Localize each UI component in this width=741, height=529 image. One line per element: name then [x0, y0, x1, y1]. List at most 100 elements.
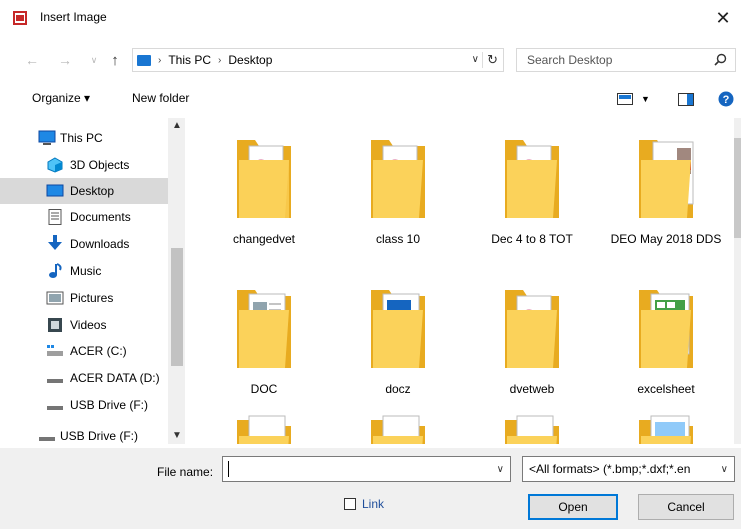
sidebar-item-videos[interactable]: Videos: [0, 312, 168, 338]
file-name-label: changedvet: [232, 232, 296, 246]
file-name-label: docz: [385, 382, 411, 396]
sidebar-item-usb-drive-root[interactable]: USB Drive (F:): [0, 423, 168, 444]
chevron-down-icon[interactable]: ∨: [497, 464, 504, 475]
file-name-label: DOC: [250, 382, 278, 396]
back-button[interactable]: ←: [22, 50, 42, 70]
folder-tile[interactable]: [202, 412, 326, 444]
breadcrumb-desktop[interactable]: Desktop: [228, 53, 272, 67]
drive-c-icon: [47, 345, 63, 356]
sidebar-item-label: This PC: [60, 131, 103, 145]
folder-icon: [371, 140, 425, 218]
command-bar: Organize ▾ New folder ▼ ?: [0, 86, 741, 112]
preview-pane-button[interactable]: [678, 89, 694, 109]
file-list-scrollbar[interactable]: [734, 118, 741, 444]
arrow-left-icon: ←: [25, 52, 39, 68]
chevron-down-icon: ∨: [90, 54, 98, 65]
breadcrumb-separator: ›: [158, 54, 162, 66]
folder-icon: [639, 140, 694, 218]
sidebar-item-pictures[interactable]: Pictures: [0, 285, 168, 311]
folder-tile[interactable]: class 10: [336, 132, 460, 262]
file-type-value: <All formats> (*.bmp;*.dxf;*.en: [529, 462, 691, 476]
link-checkbox[interactable]: [344, 498, 356, 510]
file-type-select[interactable]: <All formats> (*.bmp;*.dxf;*.en ∨: [522, 456, 735, 482]
sidebar-item-desktop[interactable]: Desktop: [0, 178, 168, 204]
desktop-icon: [46, 184, 64, 197]
up-button[interactable]: ↑: [105, 50, 125, 70]
address-row: ← → ∨ ↑ › This PC › Desktop ∨ ↻ Search D…: [0, 46, 741, 76]
sidebar-item-usb-drive[interactable]: USB Drive (F:): [0, 392, 168, 418]
folder-tile[interactable]: DOC: [202, 282, 326, 412]
sidebar-item-3d-objects[interactable]: 3D Objects: [0, 152, 168, 178]
file-list: changedvet class 10 Dec 4 to 8 TOT DEO M…: [190, 118, 734, 444]
cancel-button[interactable]: Cancel: [638, 494, 734, 520]
scrollbar-thumb[interactable]: [171, 248, 183, 366]
folder-tile[interactable]: docz: [336, 282, 460, 412]
sidebar-item-music[interactable]: Music: [0, 258, 168, 284]
address-bar[interactable]: › This PC › Desktop ∨ ↻: [132, 48, 504, 72]
file-name-label: dvetweb: [509, 382, 555, 396]
folder-tile[interactable]: [604, 412, 728, 444]
folder-icon: [505, 140, 559, 218]
file-name-input[interactable]: ∨: [222, 456, 511, 482]
help-icon: ?: [718, 91, 734, 107]
folder-icon: [639, 415, 693, 444]
pc-icon: [137, 54, 151, 66]
chevron-down-icon[interactable]: ▼: [172, 430, 182, 441]
usb-drive-icon: [47, 406, 63, 410]
app-image-icon: [13, 11, 27, 25]
link-checkbox-label[interactable]: Link: [362, 497, 384, 511]
file-name-label: File name:: [157, 465, 214, 479]
music-icon: [49, 263, 62, 278]
folder-tile[interactable]: dvetweb: [470, 282, 594, 412]
folder-icon: [371, 290, 425, 368]
folder-tile[interactable]: [470, 412, 594, 444]
folder-icon: [505, 415, 559, 444]
recent-locations-button[interactable]: ∨: [84, 50, 104, 70]
file-name-label: DEO May 2018 DDS: [610, 232, 722, 246]
open-button[interactable]: Open: [528, 494, 618, 520]
forward-button[interactable]: →: [55, 50, 75, 70]
dialog-footer: File name: ∨ <All formats> (*.bmp;*.dxf;…: [0, 448, 741, 529]
arrow-right-icon: →: [58, 52, 72, 68]
scrollbar-thumb[interactable]: [734, 138, 741, 238]
sidebar-item-documents[interactable]: Documents: [0, 204, 168, 230]
folder-tile[interactable]: changedvet: [202, 132, 326, 262]
sidebar-item-label: USB Drive (F:): [60, 429, 138, 443]
folder-tile[interactable]: Dec 4 to 8 TOT: [470, 132, 594, 262]
new-folder-button[interactable]: New folder: [132, 91, 189, 105]
chevron-up-icon[interactable]: ▲: [172, 120, 182, 131]
folder-icon: [237, 415, 291, 444]
sidebar-item-label: ACER DATA (D:): [70, 371, 160, 385]
arrow-up-icon: ↑: [111, 51, 119, 69]
sidebar-item-acer-c[interactable]: ACER (C:): [0, 338, 168, 364]
search-input[interactable]: Search Desktop: [516, 48, 736, 72]
chevron-down-icon[interactable]: ∨: [472, 54, 479, 65]
navigation-pane: This PC 3D Objects Desktop Documents Dow…: [0, 118, 186, 444]
sidebar-item-label: Videos: [70, 318, 107, 332]
sidebar-item-downloads[interactable]: Downloads: [0, 231, 168, 257]
close-icon: ✕: [715, 7, 731, 28]
sidebar-item-label: Music: [70, 264, 102, 278]
text-caret: [228, 461, 229, 477]
folder-tile[interactable]: [336, 412, 460, 444]
sidebar-scrollbar[interactable]: ▲ ▼: [168, 118, 185, 444]
file-name-label: Dec 4 to 8 TOT: [491, 232, 573, 246]
search-placeholder: Search Desktop: [527, 53, 613, 67]
divider: [482, 52, 483, 68]
help-button[interactable]: ?: [718, 89, 734, 109]
close-button[interactable]: ✕: [711, 6, 735, 30]
refresh-icon[interactable]: ↻: [487, 52, 498, 68]
breadcrumb-this-pc[interactable]: This PC: [168, 53, 211, 67]
sidebar-item-label: Downloads: [70, 237, 130, 251]
drive-icon: [47, 379, 63, 383]
pc-icon: [38, 130, 56, 145]
folder-tile[interactable]: excelsheet: [604, 282, 728, 412]
sidebar-item-this-pc[interactable]: This PC: [0, 125, 168, 151]
videos-icon: [48, 318, 62, 332]
folder-tile[interactable]: DEO May 2018 DDS: [604, 132, 728, 262]
organize-button[interactable]: Organize ▾: [32, 91, 90, 105]
window-title: Insert Image: [40, 10, 107, 24]
sidebar-item-acer-data[interactable]: ACER DATA (D:): [0, 365, 168, 391]
file-name-label: class 10: [375, 232, 421, 246]
view-options-button[interactable]: ▼: [617, 89, 650, 109]
